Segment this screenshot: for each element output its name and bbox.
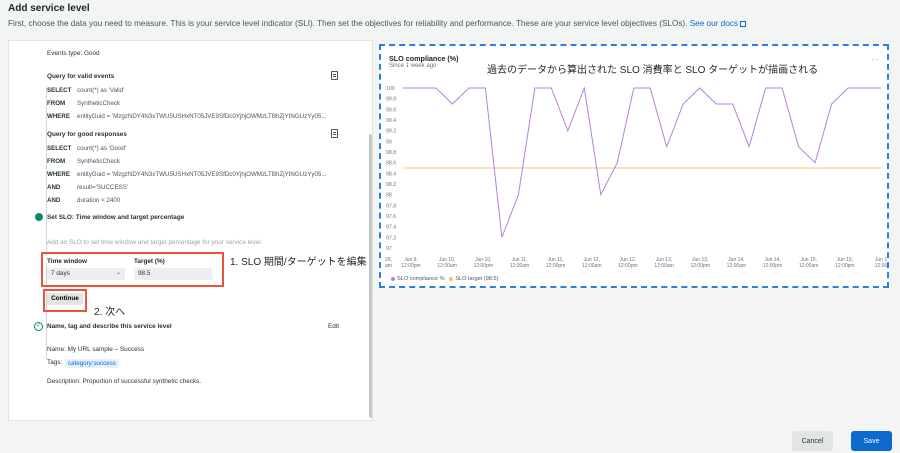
y-tick-label: 98.2 bbox=[386, 182, 396, 188]
scrollbar[interactable] bbox=[369, 134, 372, 418]
tag-chip: category:success bbox=[65, 359, 119, 368]
legend-item: SLO compliance % bbox=[397, 276, 445, 282]
slo-step-title: Set SLO: Time window and target percenta… bbox=[47, 214, 185, 221]
x-tick-label: 12:00pm bbox=[835, 263, 854, 269]
slo-helper-text: Add an SLO to set time window and target… bbox=[47, 239, 263, 246]
x-tick-label: 12:00am bbox=[437, 263, 456, 269]
query-value: count(*) as 'Valid' bbox=[77, 87, 125, 94]
y-tick-label: 97.2 bbox=[386, 235, 396, 241]
y-tick-label: 99.6 bbox=[386, 107, 396, 113]
y-tick-label: 99.2 bbox=[386, 129, 396, 135]
name-step-title: Name, tag and describe this service leve… bbox=[47, 323, 172, 330]
query-keyword: FROM bbox=[47, 158, 66, 165]
query-value: duration < 2400 bbox=[77, 197, 121, 204]
query-keyword: FROM bbox=[47, 100, 66, 107]
page-subtitle: First, choose the data you need to measu… bbox=[8, 19, 746, 28]
y-tick-label: 97.4 bbox=[386, 225, 396, 231]
copy-icon[interactable] bbox=[331, 71, 338, 80]
time-window-label: Time window bbox=[47, 258, 88, 265]
legend-dot bbox=[449, 276, 454, 281]
y-tick-label: 98.4 bbox=[386, 171, 396, 177]
x-tick-label: 12:00am bbox=[582, 263, 601, 269]
valid-events-heading: Query for valid events bbox=[47, 73, 115, 80]
y-tick-label: 97.6 bbox=[386, 214, 396, 220]
y-tick-label: 97.8 bbox=[386, 203, 396, 209]
subtitle-text: First, choose the data you need to measu… bbox=[8, 19, 688, 28]
y-tick-label: 98 bbox=[386, 193, 392, 199]
chart-plot: 100 99.8 99.6 99.4 99.2 99 98.8 98.6 98.4 98.2 98 9… bbox=[385, 86, 887, 269]
target-input[interactable]: 98.5 bbox=[134, 268, 212, 280]
x-tick-label: 12:00am bbox=[654, 263, 673, 269]
query-value: SyntheticCheck bbox=[77, 100, 120, 107]
time-window-select[interactable]: 7 days ⌄ bbox=[47, 268, 125, 280]
x-tick-label: 12:00pm bbox=[763, 263, 782, 269]
x-tick-label: 12:00am bbox=[799, 263, 818, 269]
good-responses-heading: Query for good responses bbox=[47, 131, 127, 138]
x-tick-label: 12:00pm bbox=[474, 263, 493, 269]
y-tick-label: 100 bbox=[386, 86, 395, 92]
query-value: entityGuid = 'MzgzNDY4N3xTWU5USHxNT05JVE… bbox=[77, 171, 327, 178]
name-line: Name: My URL sample – Success bbox=[47, 346, 145, 353]
events-type-label: Events type: Good bbox=[47, 50, 100, 57]
query-keyword: SELECT bbox=[47, 145, 72, 152]
query-value: result='SUCCESS' bbox=[77, 184, 129, 191]
query-keyword: AND bbox=[47, 184, 61, 191]
step-line bbox=[46, 86, 47, 254]
tags-label: Tags: bbox=[47, 359, 63, 366]
copy-icon[interactable] bbox=[331, 129, 338, 138]
query-value: entityGuid = 'MzgzNDY4N3xTWU5USHxNT05JVE… bbox=[77, 113, 327, 120]
edit-link[interactable]: Edit bbox=[328, 323, 339, 330]
x-tick-label: 12:00pm bbox=[546, 263, 565, 269]
target-label: Target (%) bbox=[134, 258, 165, 265]
query-keyword: WHERE bbox=[47, 171, 71, 178]
y-tick-label: 99.8 bbox=[386, 97, 396, 103]
query-keyword: WHERE bbox=[47, 113, 71, 120]
annotation-next: 2. 次へ bbox=[94, 307, 126, 318]
y-tick-label: 98.8 bbox=[386, 150, 396, 156]
continue-button[interactable]: Continue bbox=[47, 293, 83, 305]
x-tick-label: 12:00pm bbox=[618, 263, 637, 269]
x-tick-label: 12:00am bbox=[510, 263, 529, 269]
description-line: Description: Proportion of successful sy… bbox=[47, 378, 202, 385]
step-active-icon bbox=[35, 213, 43, 221]
chevron-down-icon: ⌄ bbox=[115, 270, 121, 276]
y-tick-label: 98.6 bbox=[386, 161, 396, 167]
y-tick-label: 99.4 bbox=[386, 118, 396, 124]
query-keyword: AND bbox=[47, 197, 61, 204]
legend-dot bbox=[391, 276, 395, 281]
page-title: Add service level bbox=[8, 3, 90, 14]
y-tick-label: 97 bbox=[386, 246, 392, 252]
legend-item: SLO target (98.5) bbox=[455, 276, 499, 282]
sli-slo-form-panel: Events type: Good Query for valid events… bbox=[8, 40, 373, 421]
docs-link[interactable]: See our docs bbox=[690, 19, 746, 28]
x-tick-label: am bbox=[385, 263, 392, 269]
query-value: SyntheticCheck bbox=[77, 158, 120, 165]
save-button[interactable]: Save bbox=[851, 431, 892, 451]
cancel-button[interactable]: Cancel bbox=[792, 431, 833, 451]
x-tick-label: 12:00am bbox=[727, 263, 746, 269]
slo-compliance-chart: SLO compliance (%) Since 1 week ago 過去のデ… bbox=[379, 44, 889, 288]
slo-compliance-line bbox=[403, 86, 881, 238]
y-tick-label: 99 bbox=[386, 139, 392, 145]
chart-legend: SLO compliance % SLO target (98.5) bbox=[391, 276, 498, 282]
x-tick-label: 12:00pm bbox=[401, 263, 420, 269]
external-link-icon bbox=[739, 20, 746, 27]
x-tick-label: 12:00 bbox=[875, 263, 887, 269]
query-keyword: SELECT bbox=[47, 87, 72, 94]
x-tick-label: 12:00pm bbox=[690, 263, 709, 269]
annotation-edit-slo: 1. SLO 期間/ターゲットを編集 bbox=[230, 257, 367, 268]
check-circle-icon: ✓ bbox=[34, 322, 43, 331]
query-value: count(*) as 'Good' bbox=[77, 145, 127, 152]
